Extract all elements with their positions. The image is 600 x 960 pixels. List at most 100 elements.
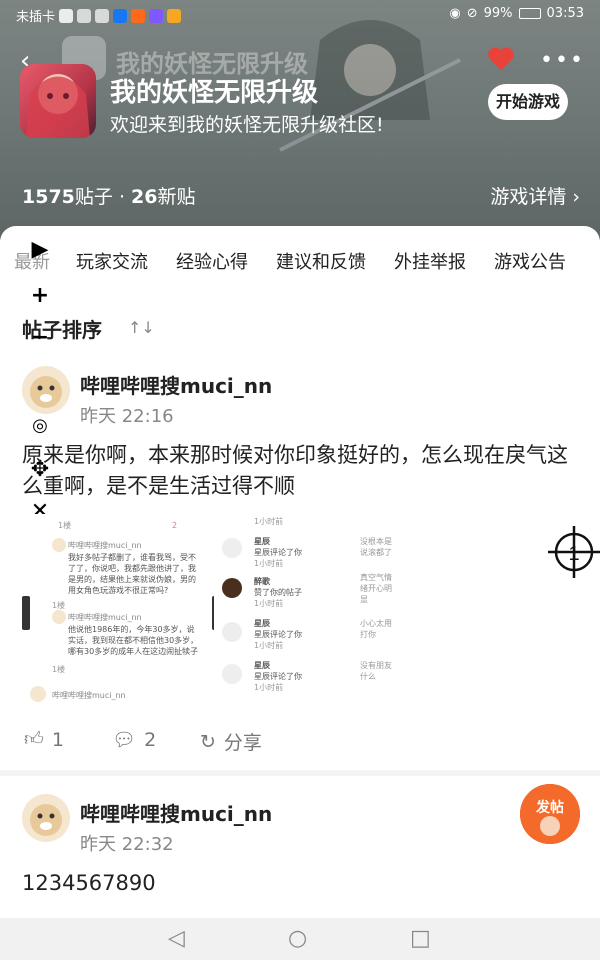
post-author[interactable]: 哔哩哔哩搜muci_nn	[80, 370, 272, 399]
like-count: 1	[51, 728, 64, 751]
system-nav-bar: ◁ ○ □	[0, 918, 600, 960]
game-details-link[interactable]: 游戏详情 ›	[490, 182, 580, 209]
share-icon: ↻	[200, 730, 216, 753]
avatar[interactable]	[22, 366, 70, 414]
app-icon-purple	[149, 8, 164, 23]
notif-time: 1小时前	[254, 517, 284, 526]
tab-experience[interactable]: 经验心得	[176, 248, 248, 274]
community-stats: 1575贴子 · 26新贴	[22, 182, 196, 209]
game-title: 我的妖怪无限升级	[110, 78, 319, 108]
battery-icon	[518, 8, 541, 19]
post-divider	[0, 770, 600, 776]
comment-count: 2	[144, 728, 157, 751]
like-action[interactable]: 👍︎ 1	[24, 728, 64, 751]
status-bar: 未插卡 ◉ ⊘ 99% 03:53	[0, 0, 600, 28]
post-image-notifications[interactable]: 1小时前 星辰 星辰评论了你 1小时前 没根本是说滚都了 醉歌 赞了你的帖子 1…	[214, 514, 400, 706]
wifi-icon	[77, 8, 92, 23]
nav-home-icon[interactable]: ○	[288, 926, 307, 951]
avatar	[52, 538, 66, 552]
notif-time: 1小时前	[254, 599, 284, 608]
app-icon-blue	[113, 8, 128, 23]
more-icon[interactable]: •••	[540, 48, 585, 73]
notif-action: 星辰评论了你	[254, 672, 302, 681]
new-post-button[interactable]: 发帖	[520, 784, 580, 844]
share-label: 分享	[223, 732, 262, 754]
image-a-c1-text: 我好多帖子都删了，谁看我骂，受不了了，你说吧，我都先跟他讲了，我是男的，结果他上…	[68, 553, 196, 595]
notif-note: 真空气情绪开心明显	[360, 573, 392, 604]
avatar	[222, 664, 242, 684]
post-count: 1575	[22, 186, 75, 208]
notif-time: 1小时前	[254, 559, 284, 568]
app-icon-orange	[131, 8, 146, 23]
game-header: 未插卡 ◉ ⊘ 99% 03:53 ‹ 我的妖怪无限升级 ••• 我的妖怪无限升…	[0, 0, 600, 240]
image-a-c2-floor: 1楼	[52, 665, 66, 674]
image-a-c2-text: 他说他1986年的，今年30多岁，说实话，我到现在都不相信他30多岁，哪有30多…	[68, 625, 199, 656]
notif-time: 1小时前	[254, 683, 284, 692]
mute-icon: ⊘	[466, 6, 478, 21]
scroll-tab	[22, 596, 30, 630]
play-icon[interactable]: ▶	[28, 238, 52, 262]
image-a-footer-name: 哔哩哔哩搜muci_nn	[52, 691, 126, 700]
comment-action[interactable]: 💬︎ 2	[112, 728, 157, 752]
new-post-label: 发帖	[535, 799, 564, 815]
minus-icon[interactable]: −	[28, 326, 52, 350]
notif-name: 星辰	[254, 537, 270, 546]
start-game-button[interactable]: 开始游戏	[488, 84, 568, 120]
app-icon-play	[167, 8, 182, 23]
tab-cheat-report[interactable]: 外挂举报	[394, 248, 466, 274]
notif-time: 1小时前	[254, 641, 284, 650]
share-action[interactable]: ↻ 分享	[200, 728, 262, 755]
notif-note: 没根本是说滚都了	[360, 537, 392, 557]
new-unit: 新贴	[157, 186, 196, 208]
eye-icon: ◉	[449, 6, 461, 21]
heart-icon[interactable]	[486, 44, 516, 74]
notif-name: 星辰	[254, 619, 270, 628]
post-image-comments[interactable]: 1楼 2 哔哩哔哩搜muci_nn 我好多帖子都删了，谁看我骂，受不了了，你说吧…	[22, 514, 220, 706]
new-count: 26	[131, 186, 158, 208]
crosshair-icon[interactable]: 1	[548, 526, 600, 578]
category-tabs: 最新 玩家交流 经验心得 建议和反馈 外挂举报 游戏公告	[0, 226, 600, 290]
avatar	[222, 622, 242, 642]
tab-announcements[interactable]: 游戏公告	[494, 248, 566, 274]
crosshair-label: 1	[568, 543, 579, 565]
notif-note: 没有朋友什么	[360, 661, 392, 681]
avatar	[30, 686, 46, 702]
nav-recent-icon[interactable]: □	[410, 926, 431, 951]
post-time: 昨天 22:32	[80, 834, 174, 855]
notif-name: 星辰	[254, 661, 270, 670]
welcome-text: 欢迎来到我的妖怪无限升级社区!	[110, 114, 384, 136]
notif-action: 星辰评论了你	[254, 548, 302, 557]
image-a-c2-name: 哔哩哔哩搜muci_nn	[68, 613, 142, 622]
thumbs-up-icon: 👍︎	[24, 728, 44, 750]
nav-back-icon[interactable]: ◁	[168, 926, 185, 951]
image-a-count: 2	[172, 521, 178, 530]
post-author[interactable]: 哔哩哔哩搜muci_nn	[80, 798, 272, 827]
post-unit: 贴子	[74, 186, 113, 208]
avatar	[222, 538, 242, 558]
avatar	[222, 578, 242, 598]
tab-player-chat[interactable]: 玩家交流	[76, 248, 148, 274]
eye-off-icon[interactable]: ◎	[28, 414, 52, 438]
battery-percent: 99%	[483, 6, 513, 21]
stats-separator: ·	[112, 186, 132, 208]
avatar[interactable]	[22, 794, 70, 842]
hand-icon	[95, 8, 110, 23]
notif-name: 醉歌	[254, 577, 270, 586]
plus-icon[interactable]: +	[28, 284, 52, 308]
page: 未插卡 ◉ ⊘ 99% 03:53 ‹ 我的妖怪无限升级 ••• 我的妖怪无限升…	[0, 0, 600, 960]
sim-icon	[59, 8, 74, 23]
post-text[interactable]: 1234567890	[22, 868, 582, 899]
carrier-label: 未插卡	[16, 10, 56, 25]
image-a-c1-name: 哔哩哔哩搜muci_nn	[68, 541, 142, 550]
sort-icon[interactable]: ↑↓	[128, 318, 155, 337]
notif-action: 星辰评论了你	[254, 630, 302, 639]
notif-action: 赞了你的帖子	[254, 588, 302, 597]
image-a-floor-header: 1楼	[58, 521, 72, 530]
post-text[interactable]: 原来是你啊，本来那时候对你印象挺好的，怎么现在戾气这么重啊，是不是生活过得不顺	[22, 440, 582, 502]
post-time: 昨天 22:16	[80, 406, 174, 427]
avatar	[52, 610, 66, 624]
game-icon	[20, 64, 96, 138]
tab-feedback[interactable]: 建议和反馈	[276, 248, 366, 274]
notif-note: 小心太用打你	[360, 619, 392, 639]
comment-icon: 💬︎	[112, 729, 137, 751]
